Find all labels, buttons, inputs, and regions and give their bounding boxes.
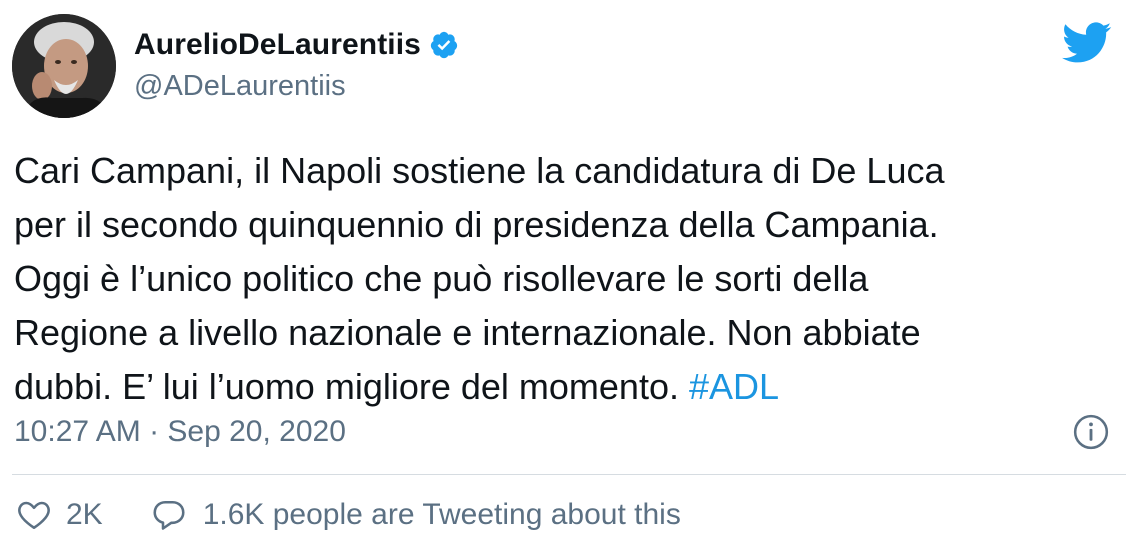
speech-bubble-icon — [153, 500, 185, 530]
tweet-timestamp[interactable]: 10:27 AM · Sep 20, 2020 — [14, 415, 346, 449]
tweet-line-last: dubbi. E’ lui l’uomo migliore del moment… — [14, 360, 1124, 414]
author-names: AurelioDeLaurentiis @ADeLaurentiis — [134, 28, 459, 103]
tweet-actions: 2K 1.6K people are Tweeting about this — [16, 497, 681, 533]
avatar[interactable] — [12, 14, 116, 118]
like-button[interactable]: 2K — [16, 497, 103, 533]
heart-icon — [18, 501, 50, 530]
tweet-line: Oggi è l’unico politico che può risollev… — [14, 258, 869, 299]
tweet-line: per il secondo quinquennio di presidenza… — [14, 204, 939, 245]
hashtag-link[interactable]: #ADL — [689, 366, 779, 407]
tweet-line: Cari Campani, il Napoli sostiene la cand… — [14, 150, 945, 191]
display-name[interactable]: AurelioDeLaurentiis — [134, 28, 421, 62]
tweet-text: Cari Campani, il Napoli sostiene la cand… — [14, 144, 1124, 414]
handle[interactable]: @ADeLaurentiis — [134, 70, 459, 103]
tweet-line: dubbi. E’ lui l’uomo migliore del moment… — [14, 366, 689, 407]
conversation-button[interactable]: 1.6K people are Tweeting about this — [151, 497, 681, 533]
tweet-card: AurelioDeLaurentiis @ADeLaurentiis Cari … — [0, 0, 1140, 549]
avatar-portrait — [12, 14, 116, 118]
like-count: 2K — [66, 498, 103, 531]
display-name-row: AurelioDeLaurentiis — [134, 28, 459, 62]
divider — [12, 474, 1126, 475]
info-icon[interactable] — [1072, 413, 1110, 451]
verified-badge-icon — [429, 30, 459, 60]
tweet-header: AurelioDeLaurentiis @ADeLaurentiis — [12, 14, 459, 118]
tweet-line: Regione a livello nazionale e internazio… — [14, 312, 921, 353]
twitter-bird-icon[interactable] — [1062, 22, 1112, 64]
conversation-label: 1.6K people are Tweeting about this — [202, 498, 681, 531]
